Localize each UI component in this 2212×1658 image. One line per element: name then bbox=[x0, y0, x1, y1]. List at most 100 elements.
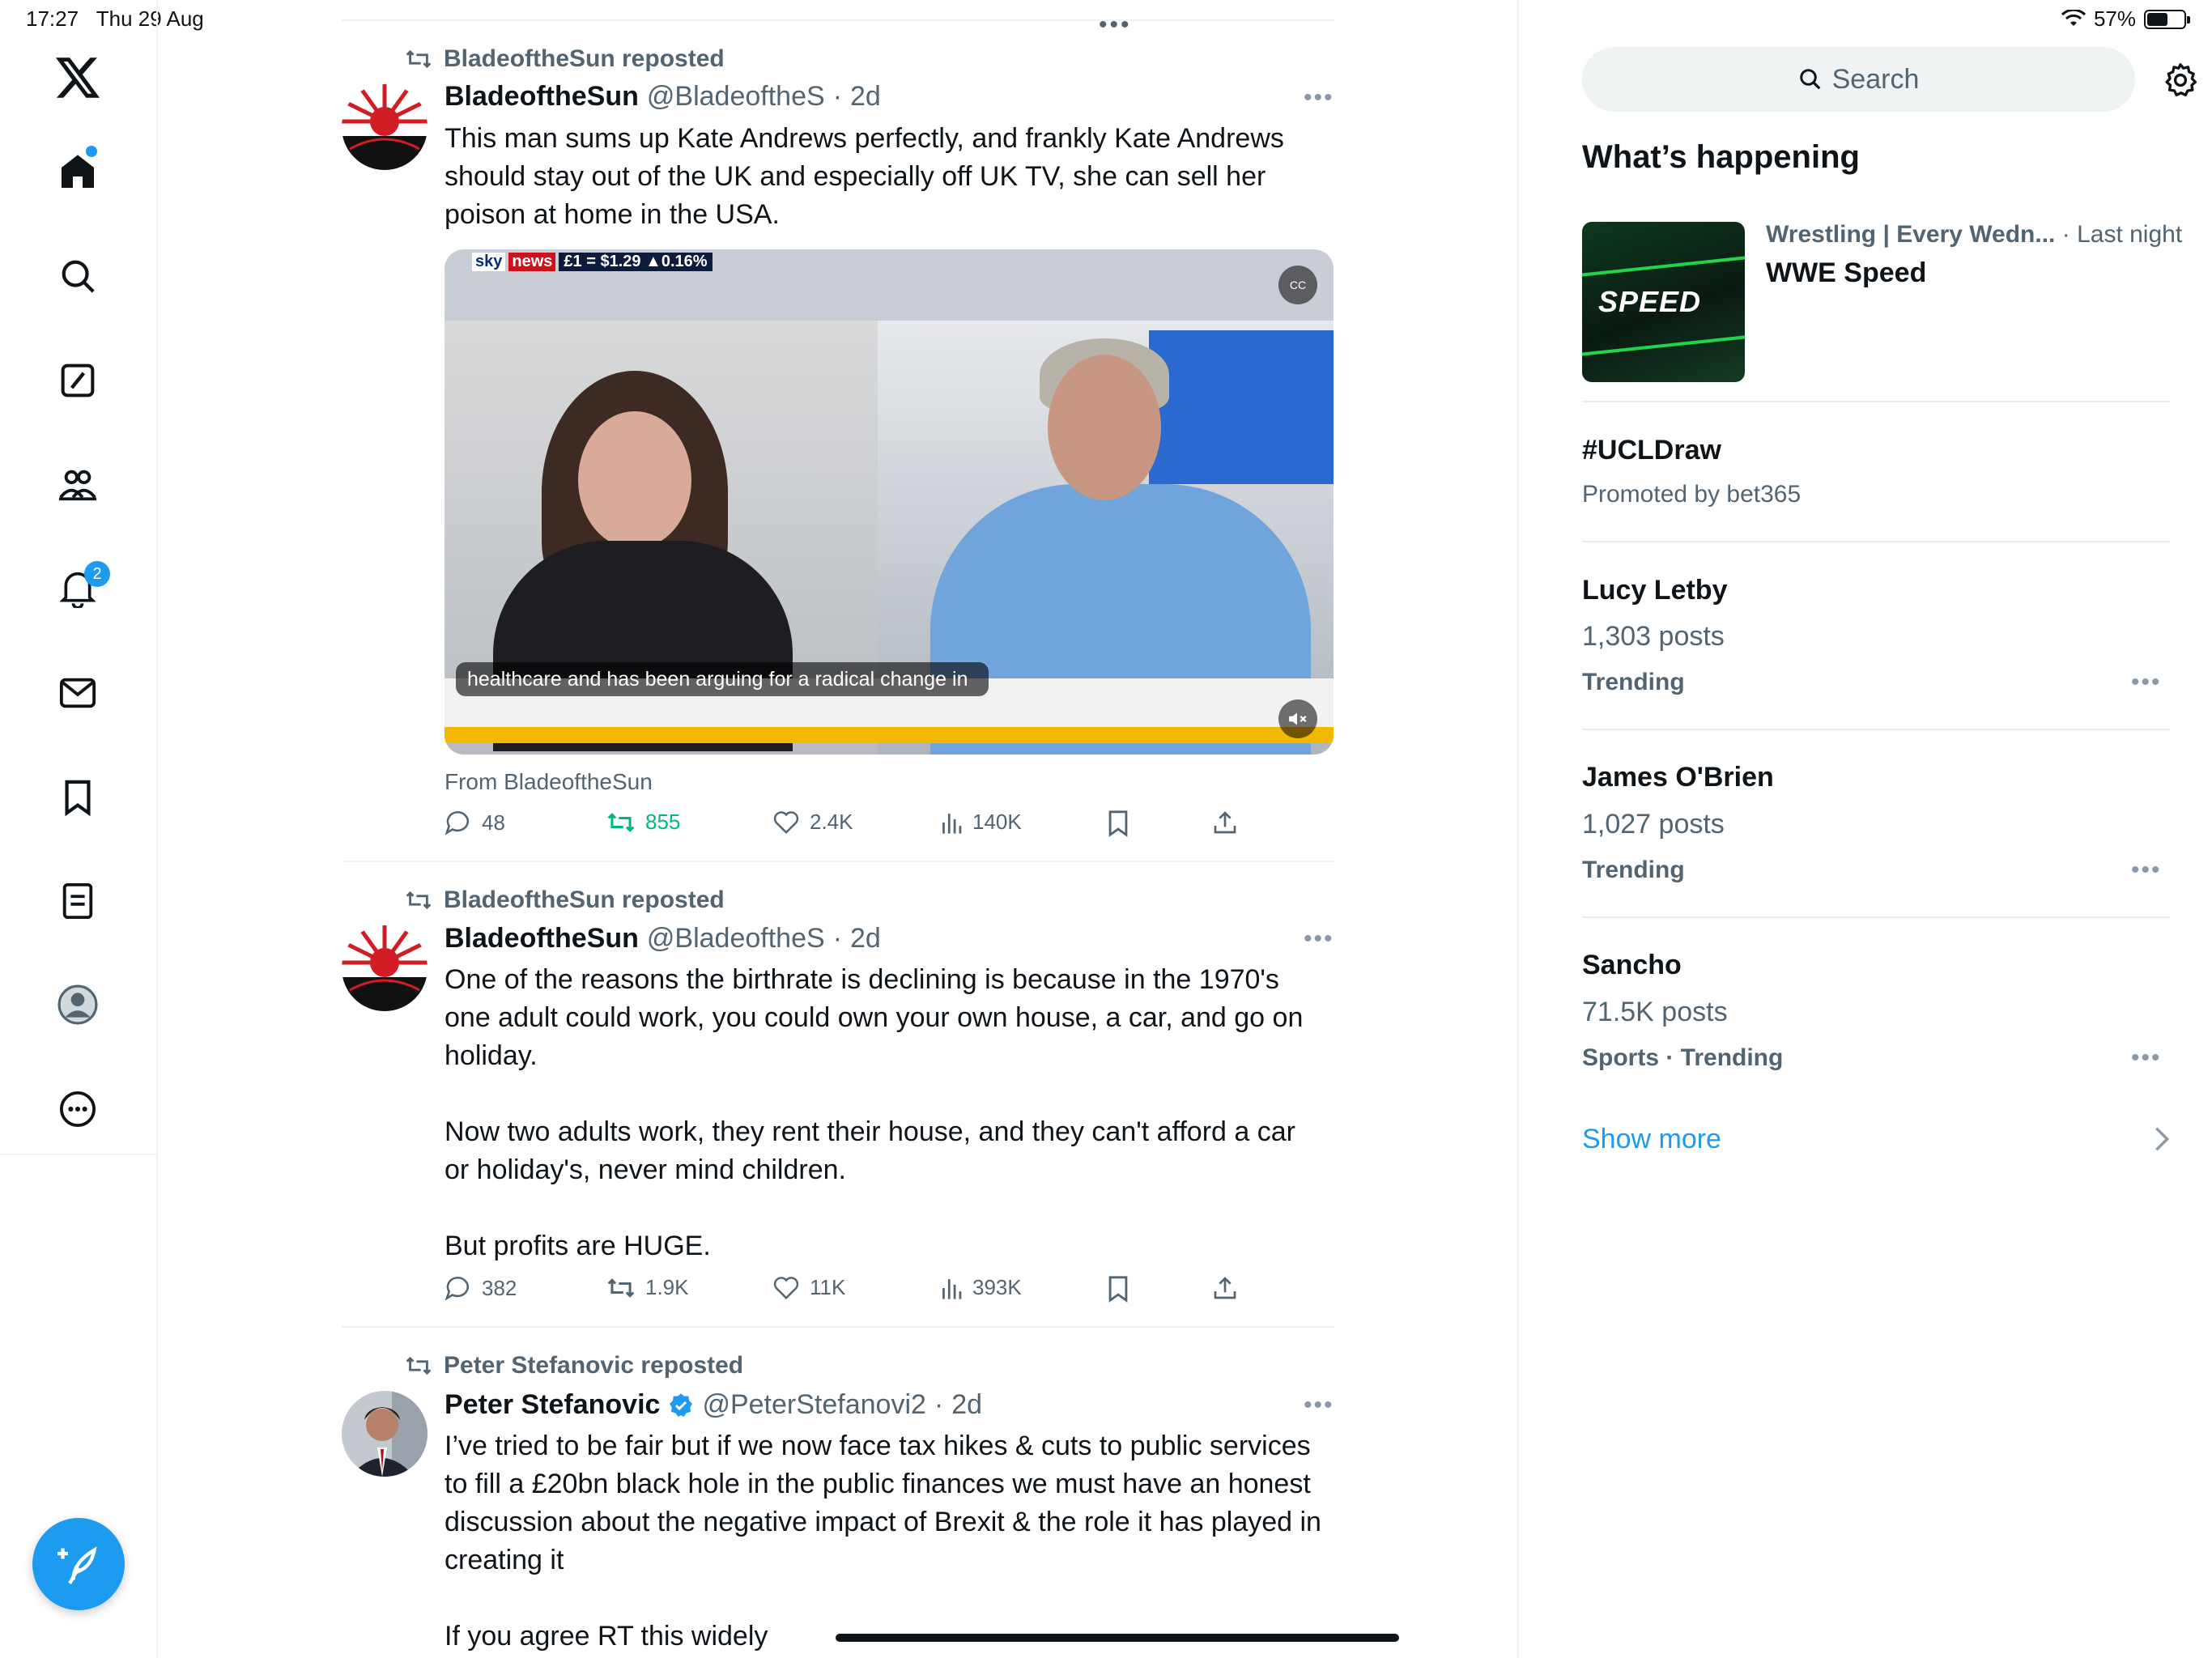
left-rail-border bbox=[156, 1155, 158, 1658]
reply-button[interactable]: 382 bbox=[445, 1275, 517, 1301]
studio-screen bbox=[1149, 330, 1334, 484]
notifications-badge: 2 bbox=[84, 561, 110, 587]
featured-trend-title[interactable]: WWE Speed bbox=[1766, 257, 1926, 289]
tweet-more-button[interactable]: ••• bbox=[1304, 84, 1334, 112]
author-handle[interactable]: @BladeoftheS bbox=[647, 81, 825, 113]
tweet-time[interactable]: 2d bbox=[850, 923, 881, 954]
author-name[interactable]: BladeoftheSun bbox=[445, 81, 639, 113]
promoted-trend-tag[interactable]: #UCLDraw bbox=[1582, 435, 1721, 466]
repost-button[interactable]: 1.9K bbox=[606, 1275, 689, 1300]
share-icon bbox=[1214, 811, 1236, 834]
time-separator: · bbox=[934, 1389, 944, 1420]
like-button[interactable]: 2.4K bbox=[772, 810, 853, 835]
trend-item-name[interactable]: James O'Brien bbox=[1582, 762, 1774, 793]
tweet-text: This man sums up Kate Andrews perfectly,… bbox=[445, 123, 1284, 230]
tweet-header: Peter Stefanovic @PeterStefanovi2 · 2d bbox=[445, 1389, 982, 1421]
repost-label[interactable]: BladeoftheSun reposted bbox=[444, 45, 725, 73]
compose-icon bbox=[57, 1546, 97, 1584]
nav-messages[interactable] bbox=[49, 664, 107, 722]
nav-grok[interactable] bbox=[49, 351, 107, 410]
repost-indicator: Peter Stefanovic reposted bbox=[405, 1352, 743, 1380]
trend-more-button[interactable]: ••• bbox=[2131, 669, 2162, 696]
home-indicator[interactable] bbox=[836, 1634, 1399, 1642]
meta-separator: · bbox=[2061, 221, 2070, 248]
tweet-video[interactable]: sky news £1 = $1.29 ▲0.16% healthcare an… bbox=[445, 249, 1334, 755]
home-icon bbox=[62, 155, 94, 188]
repost-label[interactable]: Peter Stefanovic reposted bbox=[444, 1352, 743, 1380]
trend-item-name[interactable]: Lucy Letby bbox=[1582, 575, 1727, 606]
trend-divider bbox=[1582, 729, 2170, 730]
news-ticker-bar bbox=[445, 727, 1334, 743]
trend-item-category: Sports · Trending bbox=[1582, 1044, 1784, 1071]
bookmark-button[interactable] bbox=[1107, 1275, 1129, 1303]
presenter-face bbox=[578, 411, 691, 549]
battery-percent: 57% bbox=[2093, 6, 2136, 31]
nav-communities[interactable] bbox=[49, 456, 107, 514]
tweet-time[interactable]: 2d bbox=[951, 1389, 982, 1421]
search-input[interactable]: Search bbox=[1582, 47, 2135, 112]
nav-explore[interactable] bbox=[49, 247, 107, 305]
trend-category: Wrestling | Every Wedn... bbox=[1766, 221, 2056, 248]
reply-button[interactable]: 48 bbox=[445, 810, 505, 835]
trend-item-name[interactable]: Sancho bbox=[1582, 950, 1682, 981]
repost-icon bbox=[607, 1278, 635, 1298]
views-button[interactable]: 393K bbox=[940, 1275, 1022, 1300]
mute-button[interactable] bbox=[1278, 699, 1317, 738]
show-more-link[interactable]: Show more bbox=[1582, 1124, 1721, 1155]
trend-item-category: Trending bbox=[1582, 857, 1685, 883]
share-button[interactable] bbox=[1212, 1275, 1238, 1301]
thumb-logo-text: SPEED bbox=[1598, 285, 1702, 318]
x-logo-icon[interactable] bbox=[49, 49, 107, 107]
nav-home[interactable] bbox=[49, 142, 107, 201]
author-handle[interactable]: @PeterStefanovi2 bbox=[702, 1389, 925, 1421]
tweet-time[interactable]: 2d bbox=[850, 81, 881, 113]
avatar[interactable] bbox=[342, 1391, 428, 1477]
battery-fill bbox=[2147, 12, 2168, 26]
mail-icon bbox=[59, 678, 96, 708]
settings-button[interactable] bbox=[2160, 60, 2201, 100]
captions-button[interactable]: CC bbox=[1278, 266, 1317, 304]
tweet-text: One of the reasons the birthrate is decl… bbox=[445, 964, 1304, 1261]
nav-more[interactable] bbox=[49, 1080, 107, 1138]
like-button[interactable]: 11K bbox=[772, 1275, 845, 1300]
video-caption: healthcare and has been arguing for a ra… bbox=[456, 662, 989, 696]
nav-profile[interactable] bbox=[49, 976, 107, 1034]
nav-lists[interactable] bbox=[49, 872, 107, 930]
views-icon bbox=[942, 1278, 962, 1299]
trend-more-button[interactable]: ••• bbox=[2131, 1044, 2162, 1072]
top-grabber[interactable]: ••• bbox=[1099, 11, 1132, 39]
views-button[interactable]: 140K bbox=[940, 810, 1022, 835]
reply-count: 48 bbox=[482, 810, 505, 835]
trend-thumbnail[interactable]: SPEED bbox=[1582, 222, 1745, 382]
tweet-more-button[interactable]: ••• bbox=[1304, 925, 1334, 953]
time-separator: · bbox=[832, 81, 843, 112]
video-source[interactable]: From BladeoftheSun bbox=[445, 769, 653, 795]
author-handle[interactable]: @BladeoftheS bbox=[647, 923, 825, 954]
share-button[interactable] bbox=[1212, 810, 1238, 835]
reply-icon bbox=[445, 1276, 470, 1301]
heart-icon bbox=[773, 1276, 799, 1299]
whats-happening-title: What’s happening bbox=[1582, 139, 1860, 175]
avatar[interactable] bbox=[342, 84, 428, 170]
tweet-text: I’ve tried to be fair but if we now face… bbox=[445, 1431, 1321, 1652]
avatar[interactable] bbox=[342, 925, 428, 1011]
trend-item-category: Trending bbox=[1582, 669, 1685, 695]
repost-icon bbox=[406, 49, 432, 69]
tweet-more-button[interactable]: ••• bbox=[1304, 1392, 1334, 1419]
search-icon bbox=[1799, 69, 1821, 90]
nav-bookmarks[interactable] bbox=[49, 768, 107, 827]
trend-more-button[interactable]: ••• bbox=[2131, 857, 2162, 884]
repost-icon bbox=[406, 891, 432, 910]
repost-label[interactable]: BladeoftheSun reposted bbox=[444, 886, 725, 914]
bookmark-button[interactable] bbox=[1107, 810, 1129, 837]
channel-sky: sky bbox=[472, 253, 506, 271]
repost-button[interactable]: 855 bbox=[606, 810, 680, 835]
author-name[interactable]: BladeoftheSun bbox=[445, 923, 639, 954]
more-circle-icon bbox=[59, 1090, 96, 1128]
compose-button[interactable] bbox=[32, 1518, 125, 1610]
repost-icon bbox=[406, 1356, 432, 1375]
author-name[interactable]: Peter Stefanovic bbox=[445, 1389, 660, 1421]
grok-icon bbox=[61, 363, 95, 397]
search-placeholder: Search bbox=[1831, 63, 1920, 95]
guest-face bbox=[1048, 355, 1161, 500]
